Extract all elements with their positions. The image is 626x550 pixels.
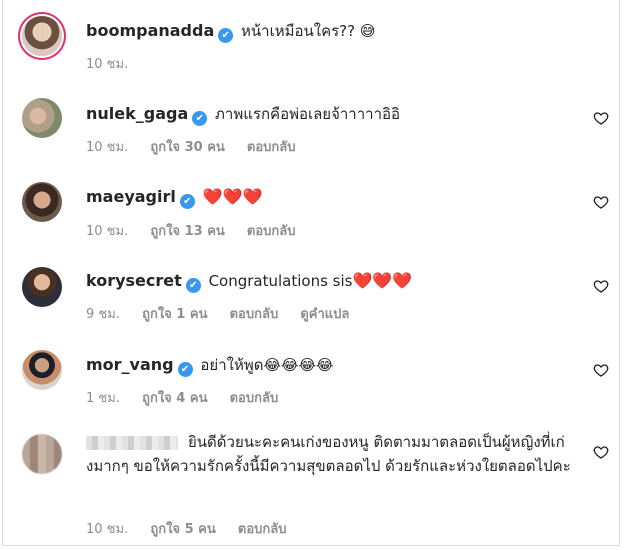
reply-button[interactable]: ตอบกลับ — [230, 307, 279, 322]
likes-count[interactable]: ถูกใจ 30 คน — [150, 140, 224, 155]
reply-button[interactable]: ตอบกลับ — [238, 522, 287, 537]
reply-button[interactable]: ตอบกลับ — [230, 391, 279, 406]
see-translation-button[interactable]: ดูคำแปล — [300, 307, 349, 322]
comment-line: maeyagirl ✔ ❤️❤️❤️ — [86, 186, 262, 209]
comment-text: หน้าเหมือนใคร?? — [241, 22, 356, 40]
comment-meta: 10 ชม. — [86, 53, 146, 74]
comment-meta: 10 ชม. ถูกใจ 5 คน ตอบกลับ — [86, 518, 304, 539]
like-heart-icon[interactable] — [593, 444, 609, 460]
comment: korysecret ✔ Congratulations sis❤️❤️❤️ 9 … — [0, 250, 620, 334]
likes-count[interactable]: ถูกใจ 4 คน — [142, 391, 207, 406]
comment: nulek_gaga ✔ ภาพแรกคือพ่อเลยจ้าาาาาอิอิ 1… — [0, 80, 620, 166]
avatar[interactable] — [22, 182, 62, 222]
emoji: 😅 — [359, 22, 376, 40]
username[interactable]: nulek_gaga — [86, 104, 188, 123]
emoji: ❤️❤️❤️ — [352, 271, 413, 290]
like-heart-icon[interactable] — [593, 194, 609, 210]
comment-text: ภาพแรกคือพ่อเลยจ้าาาาาอิอิ — [215, 105, 401, 123]
comment-line: mor_vang ✔ อย่าให้พูด😂😂😂😂 — [86, 354, 334, 377]
verified-badge-icon: ✔ — [179, 194, 195, 209]
comment: maeyagirl ✔ ❤️❤️❤️ 10 ชม. ถูกใจ 13 คน ตอบ… — [0, 166, 620, 250]
reply-button[interactable]: ตอบกลับ — [247, 140, 296, 155]
verified-badge-icon: ✔ — [218, 28, 234, 43]
caption-comment: boompanadda ✔ หน้าเหมือนใคร?? 😅 10 ชม. — [0, 0, 620, 80]
comment-text: อย่าให้พูด — [200, 356, 264, 374]
comment: ยินดีด้วยนะคะคนเก่งของหนู ติดตามมาตลอดเป… — [0, 418, 620, 546]
reply-button[interactable]: ตอบกลับ — [247, 224, 296, 239]
comment-meta: 10 ชม. ถูกใจ 30 คน ตอบกลับ — [86, 136, 314, 157]
timestamp[interactable]: 10 ชม. — [86, 224, 128, 239]
like-heart-icon[interactable] — [593, 362, 609, 378]
comment-meta: 10 ชม. ถูกใจ 13 คน ตอบกลับ — [86, 220, 314, 241]
likes-count[interactable]: ถูกใจ 13 คน — [150, 224, 224, 239]
username[interactable]: korysecret — [86, 271, 182, 290]
username[interactable]: boompanadda — [86, 21, 214, 40]
likes-count[interactable]: ถูกใจ 1 คน — [142, 307, 207, 322]
timestamp[interactable]: 10 ชม. — [86, 140, 128, 155]
verified-badge-icon: ✔ — [192, 111, 208, 126]
emoji: ❤️❤️❤️ — [202, 187, 263, 206]
timestamp[interactable]: 1 ชม. — [86, 391, 120, 406]
comment: mor_vang ✔ อย่าให้พูด😂😂😂😂 1 ชม. ถูกใจ 4 ค… — [0, 334, 620, 418]
comment-line: boompanadda ✔ หน้าเหมือนใคร?? 😅 — [86, 20, 376, 43]
avatar[interactable] — [22, 98, 62, 138]
avatar[interactable] — [22, 16, 62, 56]
comment-text: Congratulations sis — [208, 272, 353, 290]
username[interactable] — [86, 435, 178, 450]
timestamp[interactable]: 10 ชม. — [86, 522, 128, 537]
comment-line: nulek_gaga ✔ ภาพแรกคือพ่อเลยจ้าาาาาอิอิ — [86, 103, 400, 126]
avatar[interactable] — [22, 434, 62, 474]
username[interactable]: maeyagirl — [86, 187, 176, 206]
like-heart-icon[interactable] — [593, 278, 609, 294]
avatar[interactable] — [22, 267, 62, 307]
comment-meta: 1 ชม. ถูกใจ 4 คน ตอบกลับ — [86, 387, 296, 408]
likes-count[interactable]: ถูกใจ 5 คน — [150, 522, 215, 537]
comment-line: ยินดีด้วยนะคะคนเก่งของหนู ติดตามมาตลอดเป… — [86, 430, 606, 478]
verified-badge-icon: ✔ — [177, 362, 193, 377]
timestamp[interactable]: 10 ชม. — [86, 57, 128, 72]
like-heart-icon[interactable] — [593, 110, 609, 126]
timestamp[interactable]: 9 ชม. — [86, 307, 120, 322]
emoji: 😂😂😂😂 — [263, 356, 334, 374]
verified-badge-icon: ✔ — [185, 278, 201, 293]
username[interactable]: mor_vang — [86, 355, 174, 374]
comment-line: korysecret ✔ Congratulations sis❤️❤️❤️ — [86, 270, 412, 293]
avatar[interactable] — [22, 350, 62, 390]
comment-meta: 9 ชม. ถูกใจ 1 คน ตอบกลับ ดูคำแปล — [86, 303, 367, 324]
